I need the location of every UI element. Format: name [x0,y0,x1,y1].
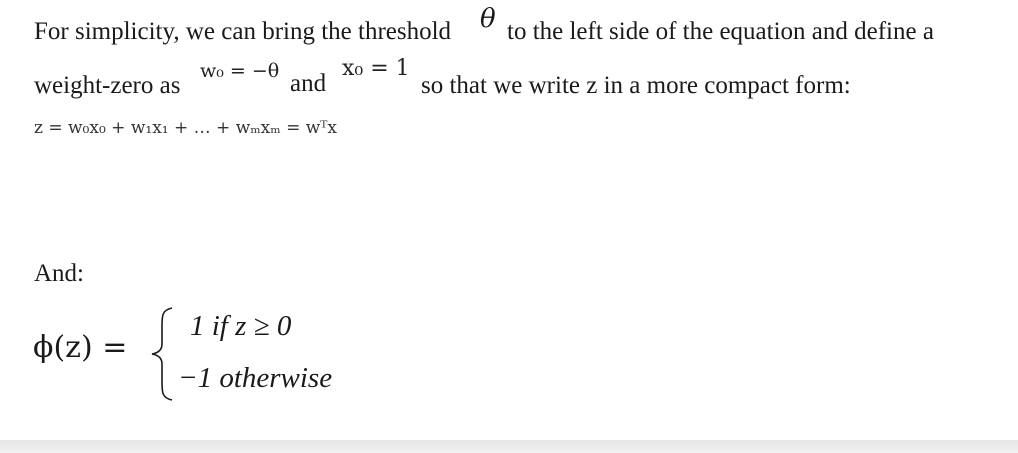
paragraph-line2-after: so that we write z in a more compact for… [421,72,851,99]
theta-symbol: θ [480,4,496,34]
and-word: and [290,70,327,97]
paragraph-line1-after: to the left side of the equation and def… [507,18,934,45]
w0-definition: w₀ = −θ [200,60,280,82]
piecewise-case-1: 1 if z ≥ 0 [190,310,292,342]
and-label: And: [34,260,84,287]
phi-lhs: ϕ(z) = [33,330,128,365]
piecewise-case-2: −1 otherwise [178,362,333,394]
z-equation: z = w₀x₀ + w₁x₁ + … + wₘxₘ = wᵀx [34,118,337,138]
x0-definition: x₀ = 1 [342,56,410,81]
z-equation-text: z = w₀x₀ + w₁x₁ + … + wₘxₘ = wᵀx [34,118,338,138]
left-brace-icon [151,307,173,401]
paragraph-line2-before: weight-zero as [34,72,181,99]
bottom-divider [0,440,1018,453]
paragraph-line1-before: For simplicity, we can bring the thresho… [34,18,452,45]
